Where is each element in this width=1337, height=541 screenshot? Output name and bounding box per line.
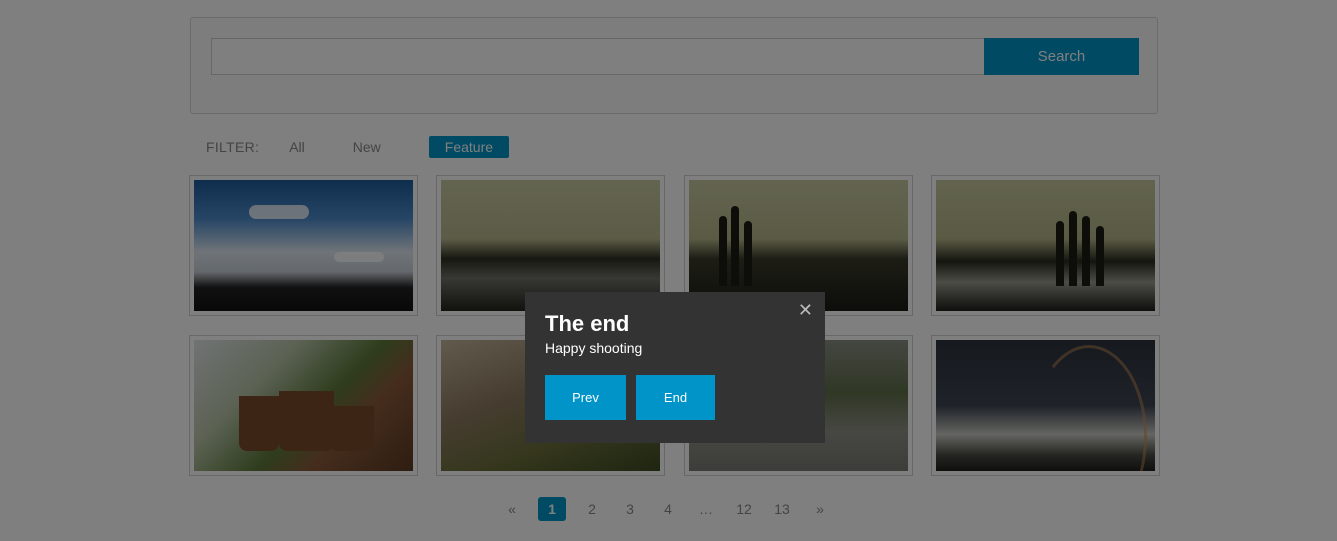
- dialog-actions: Prev End: [545, 375, 715, 420]
- prev-button[interactable]: Prev: [545, 375, 626, 420]
- tour-end-dialog: ✕ The end Happy shooting Prev End: [525, 292, 825, 443]
- modal-backdrop[interactable]: [0, 0, 1337, 541]
- dialog-title: The end: [545, 311, 630, 336]
- dialog-subtitle: Happy shooting: [545, 340, 643, 356]
- end-button[interactable]: End: [636, 375, 715, 420]
- close-icon[interactable]: ✕: [798, 300, 813, 321]
